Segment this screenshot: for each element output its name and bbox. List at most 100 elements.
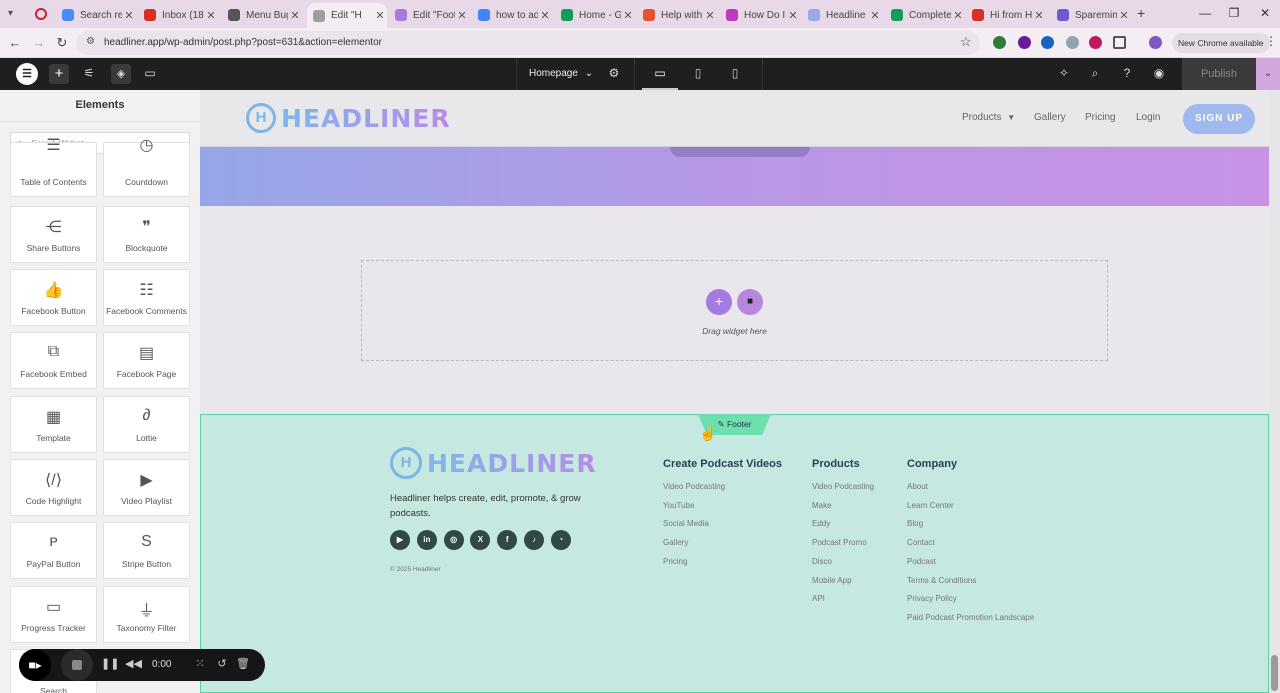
- instagram-icon[interactable]: ◎: [443, 530, 464, 550]
- reload-button[interactable]: ↻: [54, 35, 70, 51]
- close-tab-icon[interactable]: ✕: [621, 9, 635, 22]
- omnibox[interactable]: ⚙ headliner.app/wp-admin/post.php?post=6…: [76, 31, 980, 55]
- add-template-folder-button[interactable]: ■: [737, 289, 763, 315]
- site-logo[interactable]: H HEADLINER: [246, 103, 451, 133]
- widget-taxonomy-filter[interactable]: ⏚ Taxonomy Filter: [103, 586, 190, 643]
- pause-icon[interactable]: ❚❚: [101, 657, 119, 670]
- site-info-icon[interactable]: ⚙: [86, 36, 95, 47]
- new-tab-button[interactable]: +: [1137, 5, 1145, 21]
- preview-eye-icon[interactable]: ◉: [1151, 66, 1167, 80]
- canvas-scrollbar[interactable]: [1269, 90, 1280, 693]
- profile-avatar[interactable]: [1149, 36, 1162, 49]
- browser-tab[interactable]: Home - G ✕: [555, 4, 635, 26]
- widget-share-buttons[interactable]: ⋲ Share Buttons: [10, 206, 97, 263]
- close-tab-icon[interactable]: ✕: [1032, 9, 1046, 22]
- tiktok-icon[interactable]: ♪: [524, 530, 544, 550]
- browser-tab[interactable]: Headline ✕: [802, 4, 882, 26]
- empty-section-dropzone[interactable]: + ■ Drag widget here: [361, 260, 1108, 361]
- rewind-icon[interactable]: ◀◀: [125, 657, 142, 670]
- footer-link[interactable]: Mobile App: [812, 576, 852, 585]
- footer-link[interactable]: Pricing: [663, 557, 687, 566]
- footer-link[interactable]: Podcast Promo: [812, 538, 867, 547]
- widget-stripe-button[interactable]: S Stripe Button: [103, 522, 190, 579]
- widget-template[interactable]: ▦ Template: [10, 396, 97, 453]
- footer-link[interactable]: Learn Center: [907, 501, 954, 510]
- pinned-tab-icon[interactable]: [35, 8, 47, 20]
- extension-icon[interactable]: [1041, 36, 1054, 49]
- close-tab-icon[interactable]: ✕: [1117, 9, 1131, 22]
- footer-link[interactable]: YouTube: [663, 501, 694, 510]
- close-tab-icon[interactable]: ✕: [538, 9, 552, 22]
- close-tab-icon[interactable]: ✕: [288, 9, 302, 22]
- widget-paypal-button[interactable]: ᴘ PayPal Button: [10, 522, 97, 579]
- widget-code-highlight[interactable]: ⟨/⟩ Code Highlight: [10, 459, 97, 516]
- extension-icon[interactable]: [993, 36, 1006, 49]
- nav-pricing[interactable]: Pricing: [1085, 112, 1116, 123]
- page-settings-gear-icon[interactable]: ⚙: [606, 66, 622, 80]
- browser-tab[interactable]: Edit "H ✕: [307, 3, 387, 28]
- mobile-view-icon[interactable]: ▯: [727, 66, 743, 80]
- chrome-menu-icon[interactable]: ▾: [8, 8, 20, 20]
- linkedin-icon[interactable]: in: [416, 530, 437, 550]
- kebab-menu-icon[interactable]: ⋮: [1265, 34, 1277, 48]
- x-icon[interactable]: X: [470, 530, 491, 550]
- widget-table-of-contents[interactable]: ☰ Table of Contents: [10, 137, 97, 197]
- new-chrome-available-button[interactable]: New Chrome available: [1172, 33, 1270, 53]
- youtube-icon[interactable]: ▶: [390, 530, 410, 550]
- widget-facebook-comments[interactable]: ☷ Facebook Comments: [103, 269, 190, 326]
- layers-icon[interactable]: ◈: [111, 64, 131, 84]
- extension-icon[interactable]: [1018, 36, 1031, 49]
- minimize-button[interactable]: —: [1190, 6, 1220, 20]
- grid-icon[interactable]: ⁙: [192, 657, 208, 670]
- extension-icon[interactable]: [1066, 36, 1079, 49]
- close-tab-icon[interactable]: ✕: [455, 9, 469, 22]
- restart-icon[interactable]: ↺: [214, 657, 230, 670]
- site-header[interactable]: H HEADLINER Products ▼ Gallery Pricing L…: [200, 90, 1269, 147]
- site-footer[interactable]: ✎ Footer H HEADLINER Headliner helps cre…: [200, 414, 1269, 693]
- close-tab-icon[interactable]: ✕: [951, 9, 965, 22]
- footer-link[interactable]: Make: [812, 501, 832, 510]
- page-selector[interactable]: Homepage ⌄: [529, 68, 593, 79]
- widget-blockquote[interactable]: ❞ Blockquote: [103, 206, 190, 263]
- settings-sliders-icon[interactable]: ⚟: [81, 66, 97, 80]
- browser-tab[interactable]: Menu Bug ✕: [222, 4, 302, 26]
- footer-logo[interactable]: H HEADLINER: [390, 447, 597, 479]
- browser-tab[interactable]: Complete ✕: [885, 4, 965, 26]
- elementor-logo-icon[interactable]: ☰: [16, 63, 38, 85]
- browser-tab[interactable]: How Do I ✕: [720, 4, 800, 26]
- back-button[interactable]: ←: [7, 35, 23, 50]
- widget-countdown[interactable]: ◷ Countdown: [103, 137, 190, 197]
- footer-link[interactable]: Terms & Conditions: [907, 576, 976, 585]
- desktop-view-icon[interactable]: ▭: [652, 66, 668, 80]
- footer-link[interactable]: Eddy: [812, 519, 830, 528]
- close-tab-icon[interactable]: ✕: [122, 9, 136, 22]
- notes-icon[interactable]: ▭: [142, 66, 158, 80]
- nav-login[interactable]: Login: [1136, 112, 1160, 123]
- search-icon[interactable]: ⌕: [1087, 66, 1103, 81]
- maximize-button[interactable]: ❐: [1219, 6, 1249, 20]
- close-tab-icon[interactable]: ✕: [703, 9, 717, 22]
- nav-products[interactable]: Products ▼: [962, 112, 1015, 123]
- camera-icon[interactable]: ■▸: [19, 649, 51, 681]
- widget-video-playlist[interactable]: ▶ Video Playlist: [103, 459, 190, 516]
- add-section-button[interactable]: +: [706, 289, 732, 315]
- tablet-view-icon[interactable]: ▯: [690, 66, 706, 80]
- ai-sparkle-icon[interactable]: ✧: [1056, 66, 1072, 80]
- extensions-puzzle-icon[interactable]: [1113, 36, 1126, 49]
- widget-facebook-page[interactable]: ▤ Facebook Page: [103, 332, 190, 389]
- footer-link[interactable]: Paid Podcast Promotion Landscape: [907, 613, 1034, 622]
- widget-facebook-embed[interactable]: ⧉ Facebook Embed: [10, 332, 97, 389]
- close-tab-icon[interactable]: ✕: [786, 9, 800, 22]
- extension-icon[interactable]: [1089, 36, 1102, 49]
- widget-progress-tracker[interactable]: ▭ Progress Tracker: [10, 586, 97, 643]
- facebook-icon[interactable]: f: [497, 530, 518, 550]
- stop-recording-button[interactable]: [61, 649, 93, 681]
- close-tab-icon[interactable]: ✕: [373, 9, 387, 22]
- footer-link[interactable]: Contact: [907, 538, 935, 547]
- browser-tab[interactable]: Edit "Foot ✕: [389, 4, 469, 26]
- footer-link[interactable]: Blog: [907, 519, 923, 528]
- footer-link[interactable]: About: [907, 482, 928, 491]
- signup-button[interactable]: SIGN UP: [1183, 104, 1255, 134]
- footer-link[interactable]: Gallery: [663, 538, 688, 547]
- forward-button[interactable]: →: [31, 35, 47, 50]
